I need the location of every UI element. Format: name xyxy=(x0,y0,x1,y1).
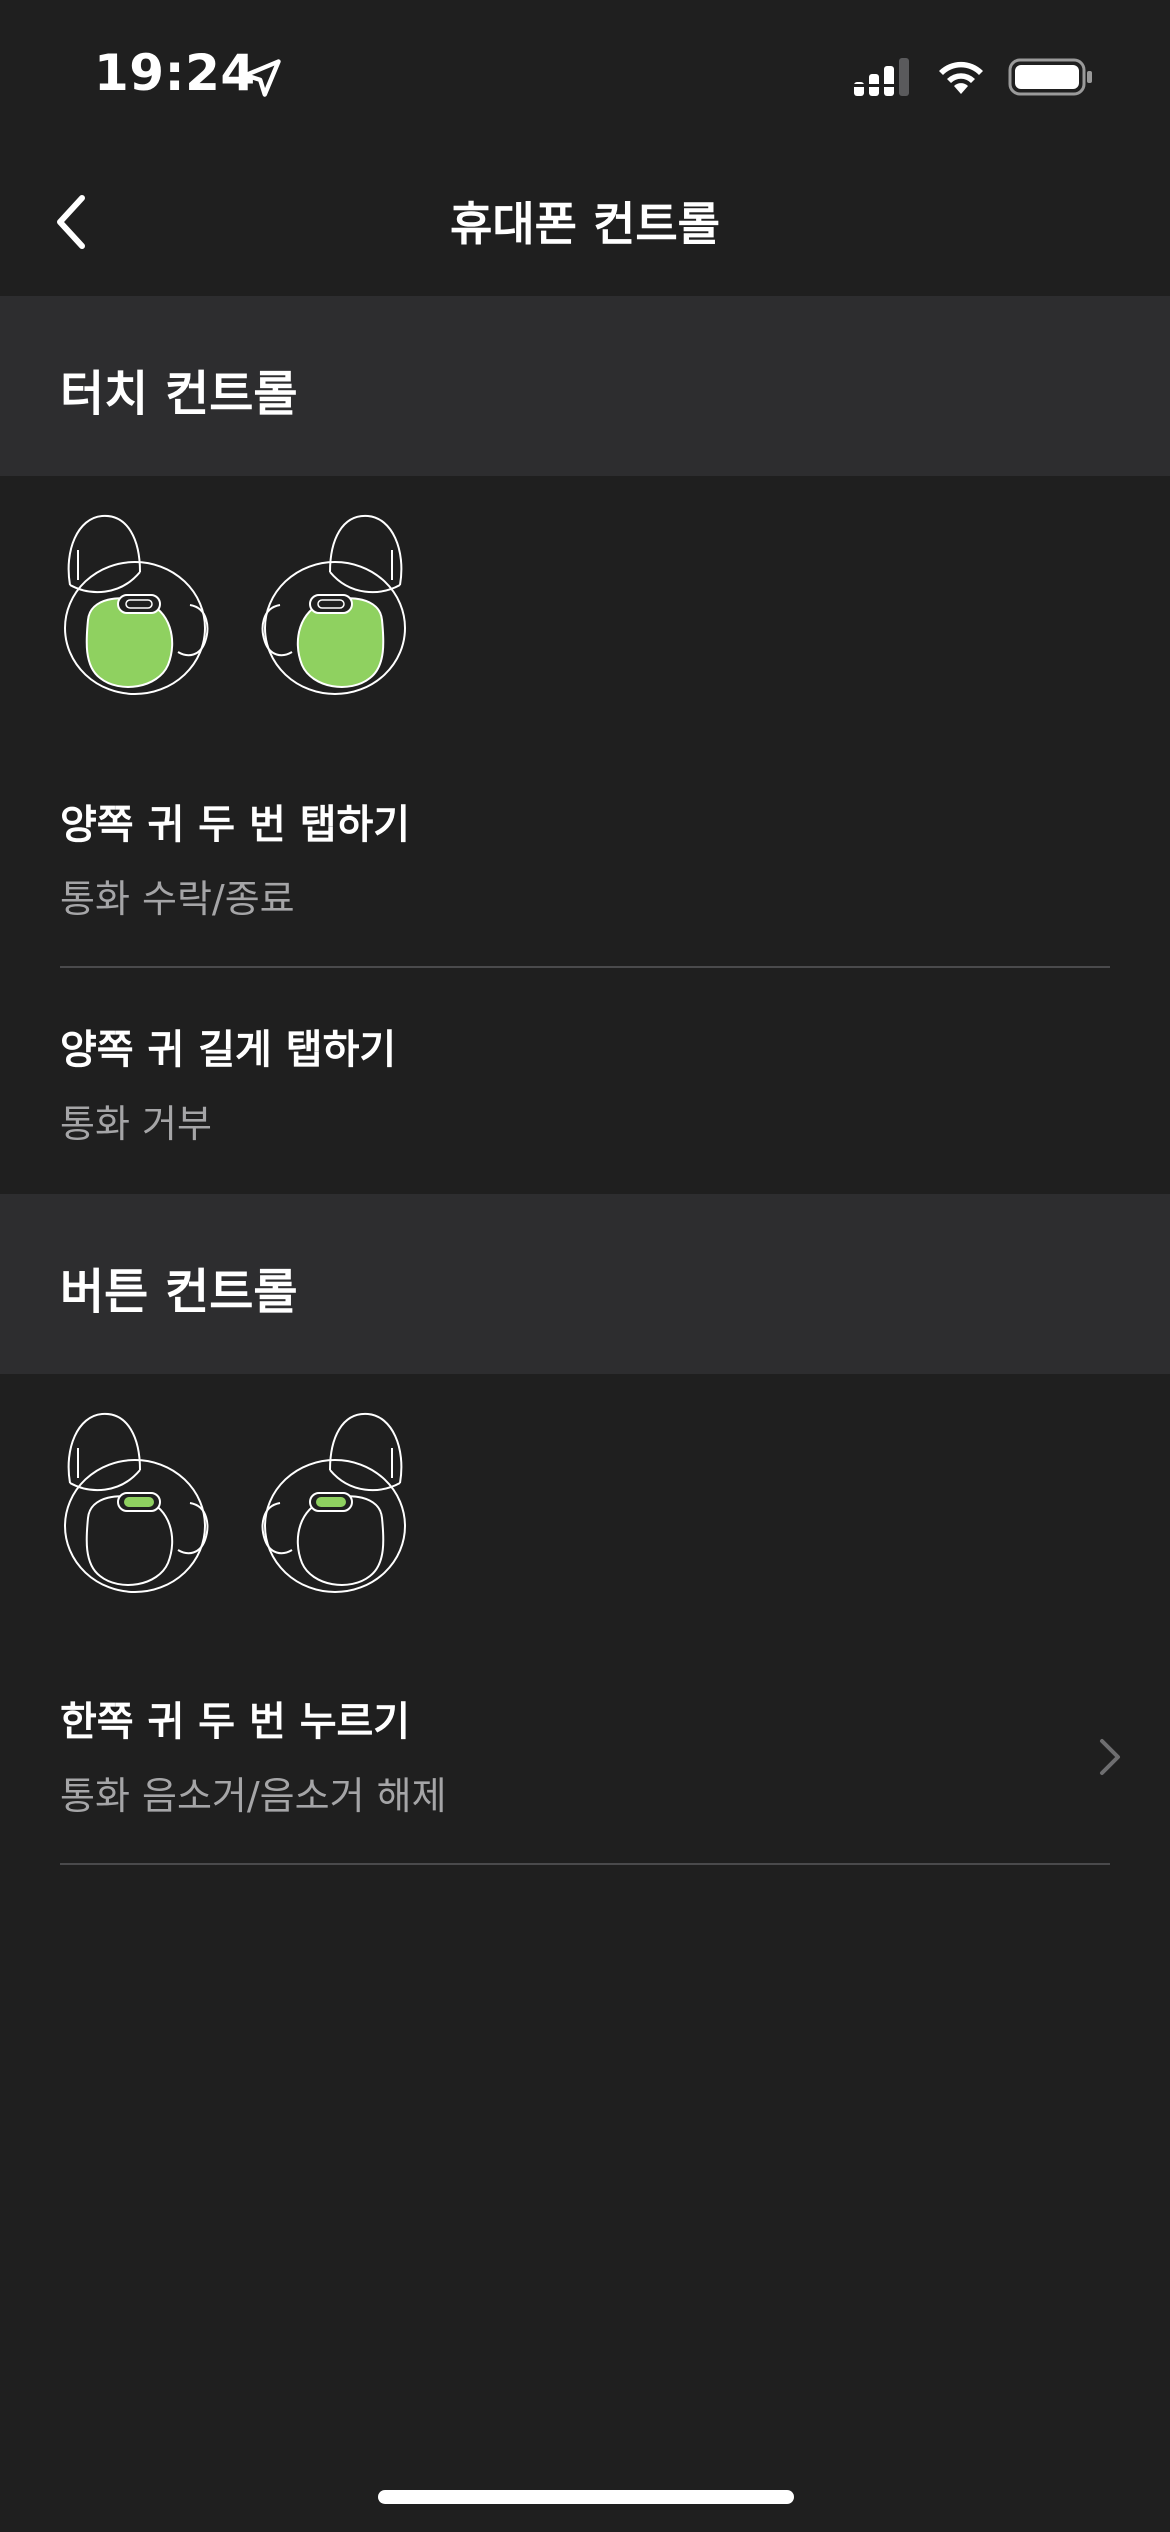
section-header-button-controls: 버튼 컨트롤 xyxy=(0,1194,1170,1374)
row-title: 양쪽 귀 길게 탭하기 xyxy=(60,1027,397,1073)
section-header-touch-controls: 터치 컨트롤 xyxy=(0,296,1170,476)
section-title: 버튼 컨트롤 xyxy=(60,1264,298,1320)
row-subtitle: 통화 음소거/음소거 해제 xyxy=(60,1774,447,1818)
phone-controls-screen: 19:24 휴대폰 컨트롤 터치 컨트롤 양쪽 귀 두 번 탭하기 통화 수락/… xyxy=(0,0,1170,2532)
home-indicator[interactable] xyxy=(378,2490,794,2504)
list-item-double-press-one[interactable]: 한쪽 귀 두 번 누르기 통화 음소거/음소거 해제 xyxy=(0,1677,1170,1863)
battery-icon xyxy=(1008,58,1092,96)
list-item-double-tap-both[interactable]: 양쪽 귀 두 번 탭하기 통화 수락/종료 xyxy=(0,780,1170,968)
row-subtitle: 통화 수락/종료 xyxy=(60,877,295,921)
earbuds-touch-illustration xyxy=(64,514,406,695)
row-subtitle: 통화 거부 xyxy=(60,1102,212,1146)
section-title: 터치 컨트롤 xyxy=(60,366,298,422)
wifi-icon xyxy=(939,61,983,94)
divider xyxy=(60,966,1110,968)
row-title: 한쪽 귀 두 번 누르기 xyxy=(60,1699,411,1745)
cellular-signal-icon xyxy=(854,58,909,96)
list-item-long-tap-both[interactable]: 양쪽 귀 길게 탭하기 통화 거부 xyxy=(0,1005,1170,1191)
status-bar: 19:24 xyxy=(0,0,1170,150)
row-title: 양쪽 귀 두 번 탭하기 xyxy=(60,802,411,848)
earbuds-button-illustration xyxy=(64,1412,406,1593)
status-time: 19:24 xyxy=(94,44,256,102)
chevron-right-icon xyxy=(1100,1739,1120,1775)
location-arrow-icon xyxy=(243,59,281,97)
navigation-bar: 휴대폰 컨트롤 xyxy=(0,150,1170,296)
page-title: 휴대폰 컨트롤 xyxy=(450,197,720,251)
divider xyxy=(60,1863,1110,1865)
